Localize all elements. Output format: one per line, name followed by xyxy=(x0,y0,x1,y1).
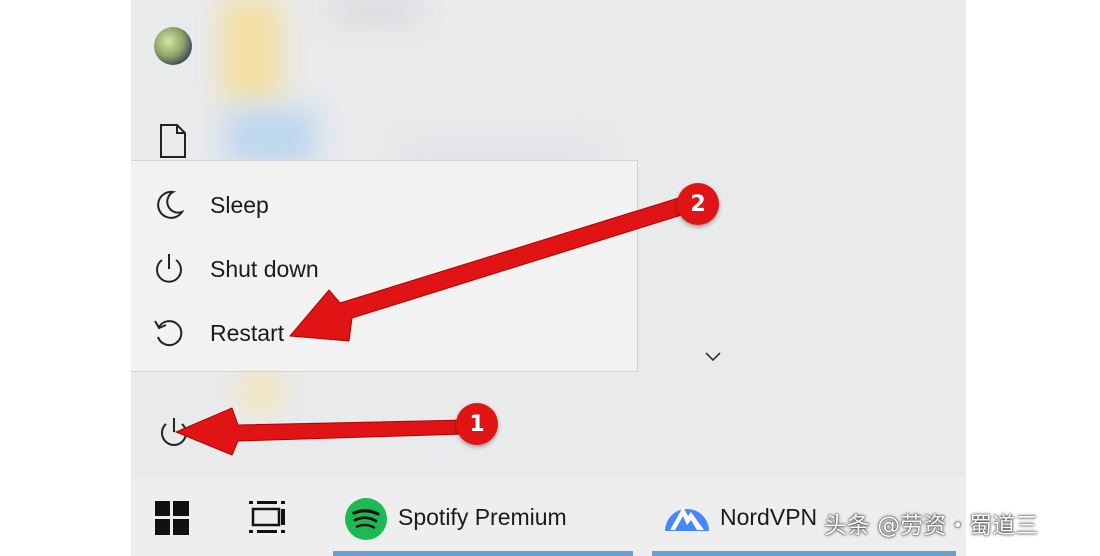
shut-down-label: Shut down xyxy=(210,255,319,282)
restart-label: Restart xyxy=(210,319,285,346)
power-button-icon[interactable] xyxy=(154,412,194,452)
step-2-badge: 2 xyxy=(677,183,719,225)
blurred-tile xyxy=(241,370,281,410)
spotify-taskbar-label[interactable]: Spotify Premium xyxy=(398,504,567,531)
avatar[interactable] xyxy=(154,27,192,65)
restart-menu-item[interactable]: Restart xyxy=(131,301,637,365)
windows-logo-icon[interactable] xyxy=(155,501,189,535)
nordvpn-taskbar-label[interactable]: NordVPN xyxy=(720,504,817,531)
chevron-down-icon[interactable] xyxy=(703,349,723,363)
sleep-menu-item[interactable]: Sleep xyxy=(131,173,637,237)
shut-down-menu-item[interactable]: Shut down xyxy=(131,237,637,301)
power-options-menu: Sleep Shut down Restart xyxy=(131,160,638,372)
nordvpn-active-indicator xyxy=(652,551,956,556)
sleep-label: Sleep xyxy=(210,191,269,218)
task-view-icon[interactable] xyxy=(248,499,286,535)
spotify-icon[interactable] xyxy=(344,497,388,541)
spotify-active-indicator xyxy=(333,551,633,556)
blurred-tile xyxy=(226,110,316,165)
restart-icon xyxy=(154,320,183,347)
step-1-badge: 1 xyxy=(456,403,498,445)
nordvpn-icon[interactable] xyxy=(662,494,712,534)
blurred-tile xyxy=(331,0,421,20)
watermark-text: 头条 @劳资・蜀道三 xyxy=(824,513,1039,539)
moon-icon xyxy=(157,190,185,219)
blurred-tile xyxy=(221,0,281,100)
document-icon[interactable] xyxy=(158,123,188,159)
power-icon xyxy=(156,254,182,283)
